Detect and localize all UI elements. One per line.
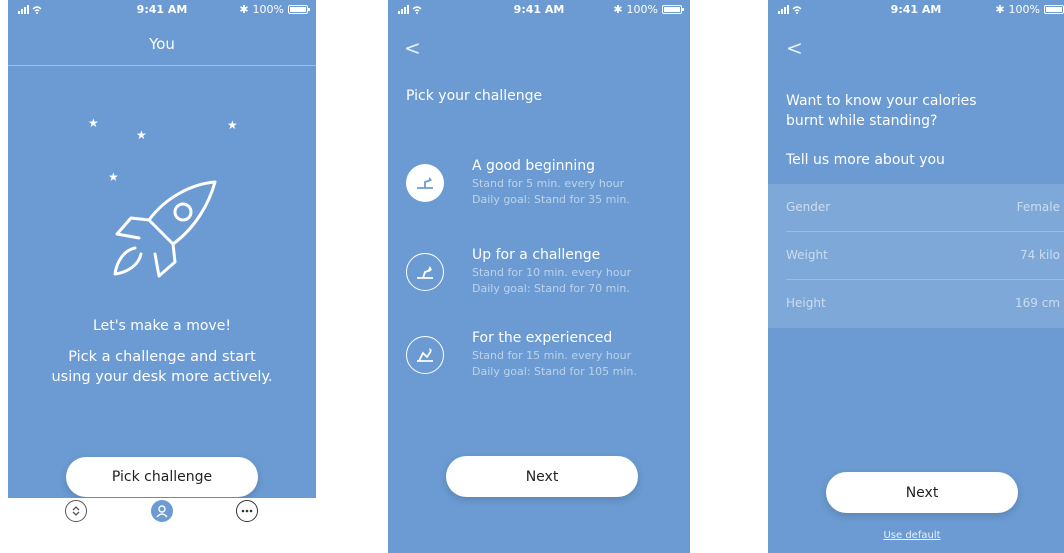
subtext-line: using your desk more actively. (51, 369, 273, 385)
star-icon: ★ (88, 116, 99, 130)
status-bar: 9:41 AM ✱ 100% (388, 0, 690, 18)
screen-about-you: 9:41 AM ✱ 100% < Want to know your calor… (768, 0, 1064, 553)
subtext-line: Pick a challenge and start (68, 349, 256, 365)
challenge-option-up-for-challenge[interactable]: Up for a challenge Stand for 10 min. eve… (406, 247, 686, 323)
battery-percent: 100% (252, 3, 284, 16)
battery-icon (288, 5, 310, 14)
subtext: Pick a challenge and start using your de… (8, 347, 316, 387)
tab-activity[interactable] (65, 500, 87, 522)
tab-bar (8, 498, 316, 525)
challenge-option-good-beginning[interactable]: A good beginning Stand for 5 min. every … (406, 158, 686, 234)
back-button[interactable]: < (786, 36, 803, 60)
field-value: 74 kilo (1019, 248, 1060, 262)
status-bar: 9:41 AM ✱ 100% (768, 0, 1064, 18)
field-label: Gender (786, 200, 831, 214)
profile-form: Gender Female Weight 74 kilo Height 169 … (768, 184, 1064, 328)
screen-pick-challenge: 9:41 AM ✱ 100% < Pick your challenge A g… (388, 0, 690, 553)
star-icon: ★ (136, 128, 147, 142)
field-value: 169 cm (1014, 296, 1060, 310)
tab-more[interactable] (236, 500, 258, 522)
next-button[interactable]: Next (446, 456, 638, 497)
question-line: burnt while standing? (786, 113, 938, 129)
next-button[interactable]: Next (826, 472, 1018, 513)
more-icon (241, 509, 253, 513)
use-default-link[interactable]: Use default (768, 530, 1056, 541)
screen-you: 9:41 AM ✱ 100% You ★ ★ ★ ★ Let's make a … (8, 0, 316, 525)
battery-icon (662, 5, 684, 14)
desk-low-icon (406, 164, 444, 202)
option-detail: Stand for 5 min. every hour (472, 177, 625, 190)
calories-question: Want to know your calories burnt while s… (786, 91, 977, 131)
tab-you[interactable] (151, 500, 173, 522)
option-goal: Daily goal: Stand for 70 min. (472, 282, 630, 295)
desk-high-icon (406, 336, 444, 374)
gender-field[interactable]: Gender Female (768, 184, 1064, 232)
option-goal: Daily goal: Stand for 35 min. (472, 193, 630, 206)
page-title: Pick your challenge (406, 88, 543, 104)
battery-percent: 100% (1008, 3, 1040, 16)
option-title: A good beginning (472, 158, 596, 174)
height-field[interactable]: Height 169 cm (768, 280, 1064, 328)
headline: Let's make a move! (93, 318, 231, 334)
option-title: For the experienced (472, 330, 613, 346)
option-detail: Stand for 10 min. every hour (472, 266, 632, 279)
battery-percent: 100% (626, 3, 658, 16)
battery-icon (1044, 5, 1064, 14)
pick-challenge-button[interactable]: Pick challenge (66, 457, 258, 497)
rocket-icon (113, 180, 217, 278)
page-title: You (149, 35, 175, 53)
field-label: Height (786, 296, 826, 310)
bluetooth-icon: ✱ (995, 3, 1005, 16)
option-title: Up for a challenge (472, 247, 601, 263)
challenge-option-experienced[interactable]: For the experienced Stand for 15 min. ev… (406, 330, 686, 406)
field-label: Weight (786, 248, 828, 262)
back-button[interactable]: < (404, 36, 421, 60)
option-detail: Stand for 15 min. every hour (472, 349, 632, 362)
desk-mid-icon (406, 253, 444, 291)
header-divider (8, 65, 316, 66)
bluetooth-icon: ✱ (239, 3, 249, 16)
bluetooth-icon: ✱ (613, 3, 623, 16)
user-icon (156, 505, 168, 518)
question-line: Want to know your calories (786, 93, 977, 109)
field-value: Female (1016, 200, 1060, 214)
weight-field[interactable]: Weight 74 kilo (768, 232, 1064, 280)
status-bar: 9:41 AM ✱ 100% (8, 0, 316, 18)
star-icon: ★ (227, 118, 238, 132)
up-down-arrows-icon (72, 506, 80, 516)
section-heading: Tell us more about you (786, 152, 945, 168)
option-goal: Daily goal: Stand for 105 min. (472, 365, 637, 378)
